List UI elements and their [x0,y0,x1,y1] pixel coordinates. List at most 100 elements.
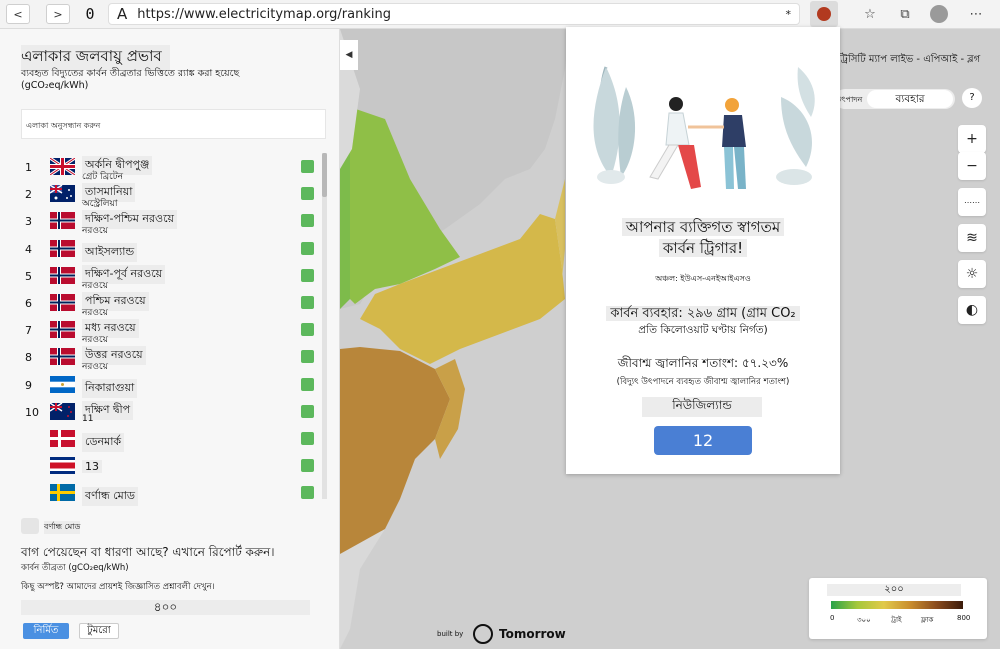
reload-button[interactable]: 0 [80,5,100,23]
tab-consumption[interactable]: ব্যবহার [867,90,953,108]
ranking-row[interactable]: 13 [21,453,319,480]
top-nav-links[interactable]: ট্রিসিটি ম্যাপ লাইভ - এপিআই - ব্লগ [838,52,980,69]
browser-toolbar: < > 0 A https://www.electricitymap.org/r… [0,0,1000,29]
intensity-swatch [301,459,314,473]
welcome-illustration [593,66,815,189]
intensity-swatch [301,295,314,309]
collapse-panel-button[interactable]: ◀ [340,40,358,70]
intensity-swatch [301,350,314,364]
intensity-swatch [301,431,314,445]
ranking-row[interactable]: 6 পশ্চিম নরওয়ে নরওয়ে [21,290,319,318]
modal-next-button[interactable]: 12 [654,426,752,455]
flag-ni-icon [50,375,75,393]
extension-icon[interactable] [810,1,838,27]
sun-icon[interactable]: ☼ [958,260,986,288]
zoom-out-button[interactable]: − [958,152,986,180]
collections-icon[interactable]: ⧉ [895,4,915,24]
ranking-row[interactable]: ডেনমার্ক [21,426,319,453]
flag-no-icon [50,266,75,284]
flag-no-icon [50,212,75,230]
address-bar[interactable]: A https://www.electricitymap.org/ranking… [108,3,800,25]
legend-title: ২০০ [827,584,961,596]
ranking-scrollbar[interactable] [322,153,327,499]
zone-country: 11 [82,413,94,424]
ranking-row[interactable]: 4 আইসল্যান্ড [21,236,319,263]
colorblind-toggle[interactable] [21,518,39,534]
rank-number: 2 [25,188,32,202]
favorites-icon[interactable]: ☆ [860,4,880,24]
modal-fossil: জীবাশ্ম জ্বালানির শতাংশ: ৫৭.২৩% [617,356,789,370]
intensity-swatch [301,160,314,173]
flag-gb-icon [49,156,76,177]
rank-number: 8 [25,351,32,365]
contrast-icon[interactable]: ◐ [958,296,986,324]
flag-au-icon [49,184,75,203]
modal-carbon: কার্বন ব্যবহার: ২৯৬ গ্রাম (গ্রাম CO₂ [606,306,800,321]
flag-no-icon [50,293,75,311]
rank-number: 4 [25,242,32,256]
secondary-button[interactable]: টুমরো [79,623,119,639]
built-by-label: built by [437,630,464,638]
ranking-row[interactable]: 8 উত্তর নরওয়ে নরওয়ে [21,344,319,372]
intensity-swatch [301,214,314,228]
tomorrow-logo-icon [473,624,493,644]
favorite-star-icon[interactable]: * [786,8,792,21]
flag-dk-icon [50,429,75,447]
legend-tick: 0 [830,614,835,622]
intensity-swatch [301,404,314,418]
legend-tick: ফ্লাক [921,616,934,624]
rank-number: 5 [25,269,32,283]
zone-search-input[interactable]: এলাকা অনুসন্ধান করুন [21,109,326,139]
colorblind-label: বর্ণান্ধ মোড [44,521,81,534]
flag-cr-icon [50,457,75,475]
zone-name: ডেনমার্ক [82,432,125,452]
ranking-row[interactable]: 5 দক্ষিণ-পূর্ব নরওয়ে নরওয়ে [21,263,319,291]
modal-country: নিউজিল্যান্ড [642,397,762,417]
flag-no-icon [50,348,75,366]
modal-zone: অঞ্চল: ইউএস-এনইআইএসও [655,274,751,283]
tomorrow-logo[interactable]: Tomorrow [473,624,566,644]
back-button[interactable]: < [6,4,30,24]
url-text: https://www.electricitymap.org/ranking [137,6,391,22]
zone-name: নিকারাগুয়া [82,378,138,398]
wind-icon[interactable]: ≋ [958,224,986,252]
legend-tick: ট্রাই [891,616,902,624]
flag-no-icon [50,321,75,339]
rank-number: 10 [25,405,39,419]
carbon-legend: ২০০ 0 ৩০০ ট্রাই ফ্লাক 800 [809,578,987,639]
zoom-in-button[interactable]: + [958,125,986,153]
primary-button[interactable]: নির্মিত [23,623,69,639]
ranking-row[interactable]: 2 তাসমানিয়া অস্ট্রেলিয়া [21,181,319,209]
faq-link[interactable]: কিছু অস্পষ্ট? আমাদের প্রায়শই জিজ্ঞাসিত … [21,580,215,594]
modal-carbon-sub: প্রতি কিলোওয়াট ঘণ্টায় নির্গত) [638,324,768,336]
globe-icon[interactable]: ⋯⋯ [958,188,986,216]
legend-tick: ৩০০ [857,616,871,624]
zone-name: আইসল্যান্ড [82,242,138,262]
ranking-row[interactable]: 9 নিকারাগুয়া [21,372,319,399]
forward-button[interactable]: > [46,4,70,24]
rank-number: 6 [25,296,32,310]
info-button[interactable]: ? [962,88,982,108]
intensity-swatch [301,241,314,255]
intensity-slider[interactable]: ৪০০ [21,600,310,615]
ranking-panel: এলাকার জলবায়ু প্রভাব ব্যবহৃত বিদ্যুতের … [0,29,340,649]
intensity-swatch [301,268,314,282]
legend-gradient [831,601,963,609]
zone-name: বর্ণান্ধ মোড [82,487,139,507]
site-info-icon[interactable]: A [117,5,127,23]
more-menu-icon[interactable]: ⋯ [966,4,986,24]
modal-title-line1: আপনার ব্যক্তিগত স্বাগতম [621,218,785,236]
profile-avatar[interactable] [930,5,948,23]
ranking-row[interactable]: 7 মধ্য নরওয়ে নরওয়ে [21,317,319,345]
flag-se-icon [50,484,75,502]
legend-tick: 800 [957,614,971,622]
ranking-row[interactable]: 10 দক্ষিণ দ্বীপ 11 [21,399,319,426]
bug-report-subtext: কার্বন তীব্রতা (gCO₂eq/kWh) [21,563,129,573]
ranking-row[interactable]: 1 অর্কনি দ্বীপপুঞ্জ গ্রেট ব্রিটেন [21,154,319,182]
modal-fossil-sub: (বিদ্যুৎ উৎপাদনে ব্যবহৃত জীবাশ্ম জ্বালান… [616,377,790,387]
ranking-row[interactable]: 3 দক্ষিণ-পশ্চিম নরওয়ে নরওয়ে [21,208,319,236]
flag-no-icon [50,239,75,257]
rank-number: 1 [25,161,32,174]
ranking-row[interactable]: বর্ণান্ধ মোড [21,480,319,507]
modal-title-line2: কার্বন ট্রিগার! [658,239,748,257]
